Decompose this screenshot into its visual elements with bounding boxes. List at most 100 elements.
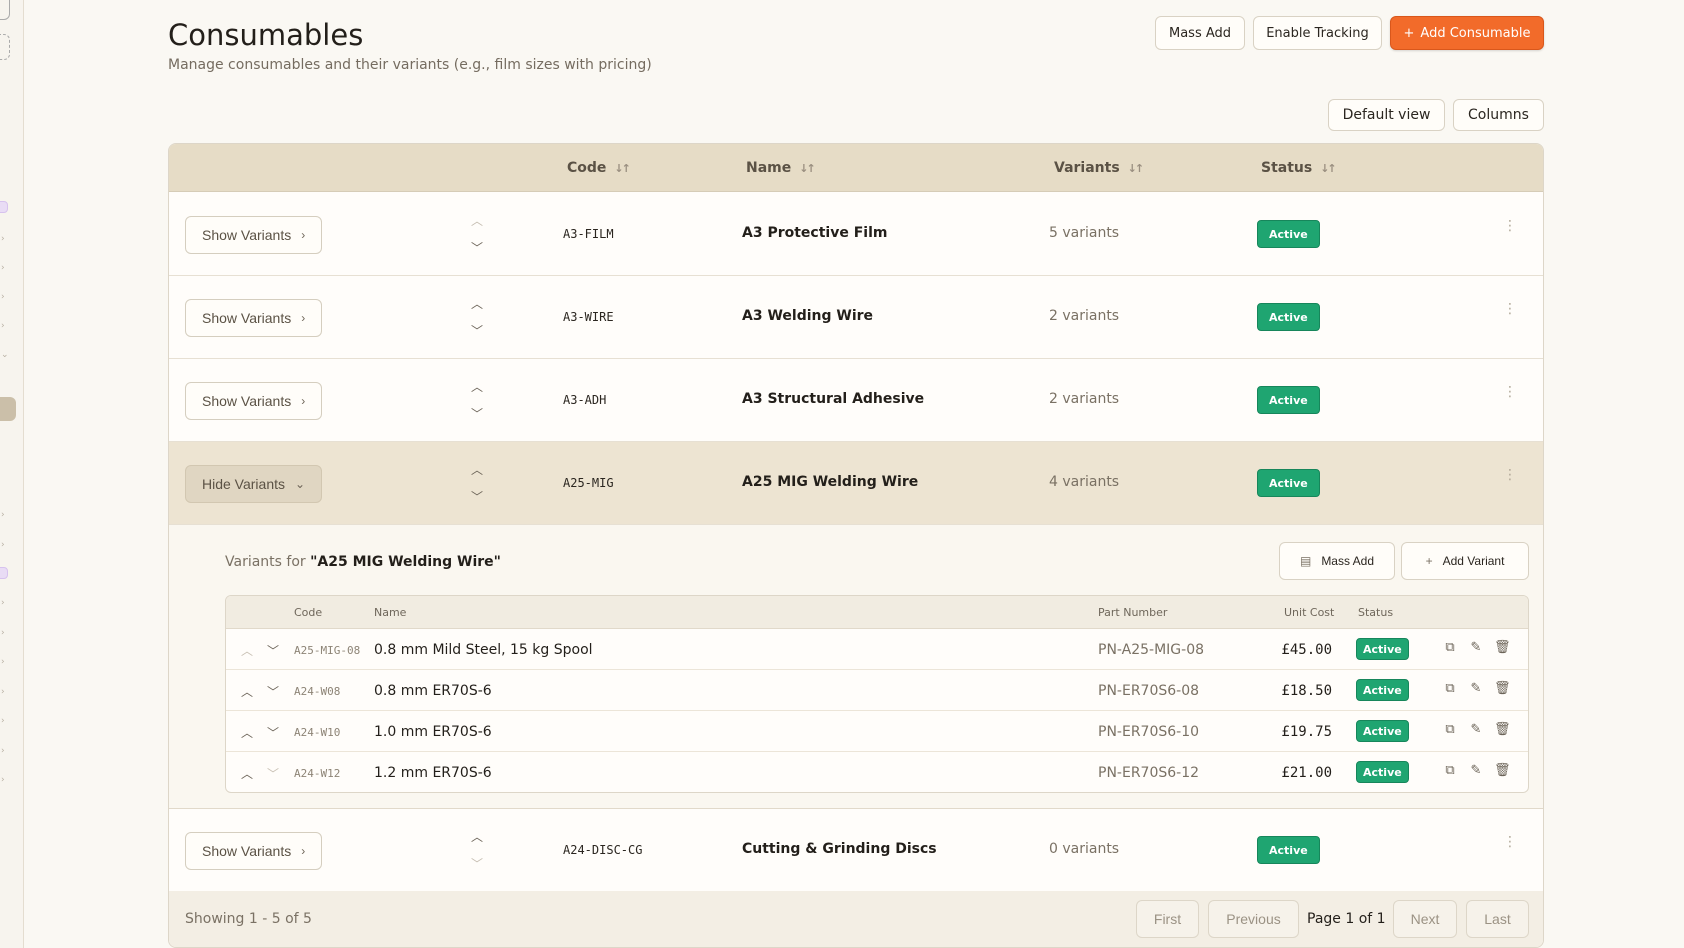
- previous-page-button[interactable]: Previous: [1208, 900, 1299, 938]
- variant-unit-cost: £21.00: [1281, 765, 1332, 781]
- edit-icon[interactable]: ✎: [1468, 681, 1484, 696]
- copy-icon[interactable]: ⧉: [1442, 722, 1458, 737]
- column-header-variants[interactable]: Variants ↓↑: [1054, 160, 1145, 176]
- kebab-menu-icon[interactable]: ⋮: [1503, 385, 1517, 399]
- page-title: Consumables: [168, 18, 364, 52]
- column-header-code[interactable]: Code ↓↑: [567, 160, 631, 176]
- chevron-right-icon[interactable]: ›: [1, 775, 5, 785]
- move-up-icon[interactable]: ︿: [469, 464, 485, 476]
- last-page-button[interactable]: Last: [1466, 900, 1529, 938]
- kebab-menu-icon[interactable]: ⋮: [1503, 835, 1517, 849]
- move-up-icon[interactable]: ︿: [469, 298, 485, 310]
- move-up-icon[interactable]: ︿: [469, 215, 485, 227]
- chevron-right-icon: ›: [301, 394, 306, 408]
- default-view-label: Default view: [1342, 107, 1431, 123]
- variant-code: A24-W08: [294, 685, 341, 698]
- trash-icon[interactable]: 🗑: [1494, 681, 1511, 696]
- chevron-right-icon[interactable]: ›: [1, 598, 5, 608]
- mass-add-button[interactable]: Mass Add: [1155, 16, 1245, 50]
- move-down-icon[interactable]: ﹀: [266, 724, 280, 741]
- variant-code: A24-W12: [294, 767, 341, 780]
- edit-icon[interactable]: ✎: [1468, 640, 1484, 655]
- move-down-icon[interactable]: ﹀: [469, 325, 485, 337]
- show-variants-button[interactable]: Show Variants ›: [185, 832, 323, 870]
- variant-mass-add-button[interactable]: ▤ Mass Add: [1279, 542, 1395, 580]
- consumables-table: Code ↓↑ Name ↓↑ Variants ↓↑ Status ↓↑ Sh…: [168, 143, 1544, 948]
- chevron-right-icon[interactable]: ›: [1, 263, 5, 273]
- trash-icon[interactable]: 🗑: [1494, 722, 1511, 737]
- move-down-icon[interactable]: ﹀: [266, 765, 280, 782]
- move-up-icon[interactable]: ︿: [469, 831, 485, 843]
- edit-icon[interactable]: ✎: [1468, 722, 1484, 737]
- default-view-button[interactable]: Default view: [1328, 99, 1445, 131]
- variant-part-number: PN-A25-MIG-08: [1098, 642, 1205, 658]
- page-info: Page 1 of 1: [1307, 911, 1386, 927]
- copy-icon[interactable]: ⧉: [1442, 763, 1458, 778]
- variant-row: ︿ ﹀ A24-W10 1.0 mm ER70S-6 PN-ER70S6-10 …: [226, 711, 1528, 752]
- move-down-icon[interactable]: ﹀: [469, 408, 485, 420]
- sort-icon[interactable]: ↓↑: [614, 162, 631, 175]
- edit-icon[interactable]: ✎: [1468, 763, 1484, 778]
- chevron-right-icon[interactable]: ›: [1, 292, 5, 302]
- kebab-menu-icon[interactable]: ⋮: [1503, 468, 1517, 482]
- chevron-right-icon[interactable]: ›: [1, 510, 5, 520]
- next-page-button[interactable]: Next: [1393, 900, 1457, 938]
- variant-part-number: PN-ER70S6-10: [1098, 724, 1200, 740]
- trash-icon[interactable]: 🗑: [1494, 763, 1511, 778]
- sort-icon[interactable]: ↓↑: [1320, 162, 1337, 175]
- first-page-button[interactable]: First: [1136, 900, 1199, 938]
- trash-icon[interactable]: 🗑: [1494, 640, 1511, 655]
- chevron-right-icon[interactable]: ›: [1, 321, 5, 331]
- column-header-name[interactable]: Name ↓↑: [746, 160, 816, 176]
- chevron-right-icon[interactable]: ›: [1, 234, 5, 244]
- row-code: A3-WIRE: [563, 310, 614, 324]
- chevron-right-icon[interactable]: ›: [1, 628, 5, 638]
- kebab-menu-icon[interactable]: ⋮: [1503, 219, 1517, 233]
- add-variant-button[interactable]: + Add Variant: [1401, 542, 1529, 580]
- row-code: A3-ADH: [563, 393, 607, 407]
- move-up-icon[interactable]: ︿: [240, 765, 254, 782]
- show-variants-button[interactable]: Show Variants ›: [185, 382, 323, 420]
- variants-panel-title: Variants for "A25 MIG Welding Wire": [225, 554, 501, 570]
- move-down-icon[interactable]: ﹀: [266, 683, 280, 700]
- columns-label: Columns: [1468, 107, 1529, 123]
- move-down-icon[interactable]: ﹀: [469, 242, 485, 254]
- add-consumable-button[interactable]: + Add Consumable: [1390, 16, 1544, 50]
- sort-icon[interactable]: ↓↑: [1128, 162, 1145, 175]
- sidebar-control[interactable]: [0, 34, 10, 60]
- move-up-icon[interactable]: ︿: [469, 381, 485, 393]
- kebab-menu-icon[interactable]: ⋮: [1503, 302, 1517, 316]
- move-up-icon[interactable]: ︿: [240, 724, 254, 741]
- variants-table: Code Name Part Number Unit Cost Status ︿…: [225, 595, 1529, 793]
- move-down-icon[interactable]: ﹀: [469, 858, 485, 870]
- sidebar-item-active[interactable]: [0, 397, 16, 421]
- copy-icon[interactable]: ⧉: [1442, 640, 1458, 655]
- chevron-right-icon: ›: [301, 311, 306, 325]
- sort-icon[interactable]: ↓↑: [799, 162, 816, 175]
- columns-button[interactable]: Columns: [1453, 99, 1544, 131]
- sidebar-control[interactable]: [0, 0, 10, 20]
- chevron-right-icon[interactable]: ›: [1, 657, 5, 667]
- chevron-right-icon[interactable]: ›: [1, 540, 5, 550]
- chevron-right-icon[interactable]: ›: [1, 687, 5, 697]
- row-code: A3-FILM: [563, 227, 614, 241]
- show-variants-button[interactable]: Show Variants ›: [185, 299, 323, 337]
- row-variants-count: 4 variants: [1049, 474, 1120, 490]
- move-down-icon[interactable]: ﹀: [469, 491, 485, 503]
- enable-tracking-button[interactable]: Enable Tracking: [1253, 16, 1382, 50]
- variant-part-number: PN-ER70S6-12: [1098, 765, 1200, 781]
- copy-icon[interactable]: ⧉: [1442, 681, 1458, 696]
- variants-table-header: Code Name Part Number Unit Cost Status: [226, 596, 1528, 629]
- status-badge: Active: [1356, 638, 1409, 660]
- move-up-icon[interactable]: ︿: [240, 642, 254, 659]
- chevron-right-icon[interactable]: ›: [1, 746, 5, 756]
- move-up-icon[interactable]: ︿: [240, 683, 254, 700]
- chevron-down-icon[interactable]: ⌄: [1, 350, 9, 360]
- chevron-right-icon[interactable]: ›: [1, 716, 5, 726]
- move-down-icon[interactable]: ﹀: [266, 642, 280, 659]
- status-badge: Active: [1356, 720, 1409, 742]
- hide-variants-button[interactable]: Hide Variants ⌄: [185, 465, 323, 503]
- variant-name: 1.2 mm ER70S-6: [374, 765, 492, 781]
- show-variants-button[interactable]: Show Variants ›: [185, 216, 323, 254]
- column-header-status[interactable]: Status ↓↑: [1261, 160, 1337, 176]
